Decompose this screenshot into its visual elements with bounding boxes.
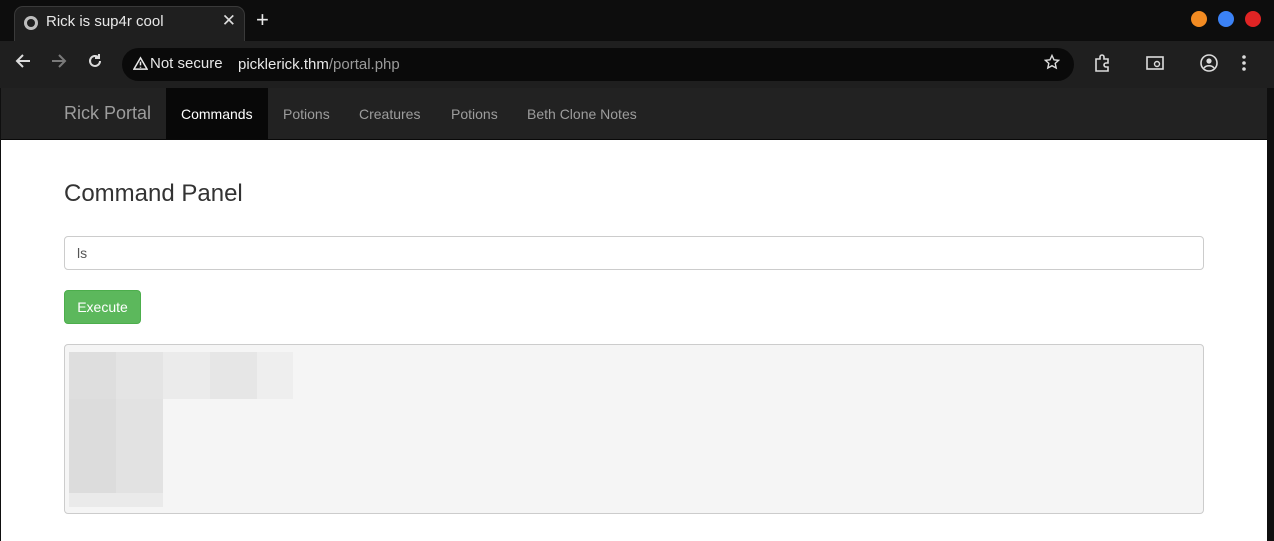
nav-item-commands[interactable]: Commands (166, 88, 268, 139)
new-tab-button[interactable]: + (256, 9, 269, 31)
pixelated-output-block (69, 399, 116, 493)
site-navbar: Rick Portal Commands Potions Creatures P… (1, 88, 1267, 140)
not-secure-label[interactable]: Not secure (150, 55, 223, 72)
pixelated-output-block (163, 352, 210, 399)
reload-icon[interactable] (86, 52, 104, 77)
url-host: picklerick.thm (238, 56, 329, 73)
nav-item-creatures[interactable]: Creatures (344, 88, 435, 139)
pixelated-output-block (69, 352, 116, 399)
window-edge (1267, 88, 1274, 541)
tab-title: Rick is sup4r cool (46, 13, 164, 30)
minimize-button[interactable] (1191, 11, 1207, 27)
browser-tab-strip: Rick is sup4r cool ✕ + (0, 0, 1274, 41)
url-path: /portal.php (328, 56, 400, 73)
close-tab-icon[interactable]: ✕ (222, 12, 236, 29)
tab-search-icon[interactable] (1145, 53, 1165, 78)
close-window-button[interactable] (1245, 11, 1261, 27)
command-output (64, 344, 1204, 514)
url-text[interactable]: picklerick.thm/portal.php (238, 56, 400, 73)
pixelated-output-block (210, 352, 257, 399)
pixelated-output-block (257, 352, 293, 399)
back-arrow-icon[interactable] (14, 52, 32, 77)
bookmark-star-icon[interactable] (1043, 53, 1061, 75)
extensions-icon[interactable] (1092, 53, 1112, 78)
browser-toolbar: Not secure picklerick.thm/portal.php (0, 41, 1274, 88)
pixelated-output-block (116, 399, 163, 493)
maximize-button[interactable] (1218, 11, 1234, 27)
globe-icon (24, 16, 38, 30)
pixelated-output-block (69, 493, 163, 507)
warning-icon[interactable] (132, 56, 149, 72)
nav-item-beth-clone-notes[interactable]: Beth Clone Notes (512, 88, 652, 139)
nav-item-potions[interactable]: Potions (268, 88, 345, 139)
execute-button[interactable]: Execute (64, 290, 141, 324)
menu-kebab-icon[interactable] (1240, 53, 1248, 78)
nav-item-potions-2[interactable]: Potions (436, 88, 513, 139)
pixelated-output-block (116, 352, 163, 399)
page-title: Command Panel (64, 180, 243, 207)
brand-link[interactable]: Rick Portal (64, 103, 151, 124)
browser-tab[interactable]: Rick is sup4r cool ✕ (14, 6, 245, 41)
address-bar[interactable]: Not secure picklerick.thm/portal.php (122, 48, 1074, 81)
profile-icon[interactable] (1199, 53, 1219, 78)
forward-arrow-icon[interactable] (50, 52, 68, 77)
command-input[interactable] (64, 236, 1204, 270)
page-content: Rick Portal Commands Potions Creatures P… (1, 88, 1267, 541)
